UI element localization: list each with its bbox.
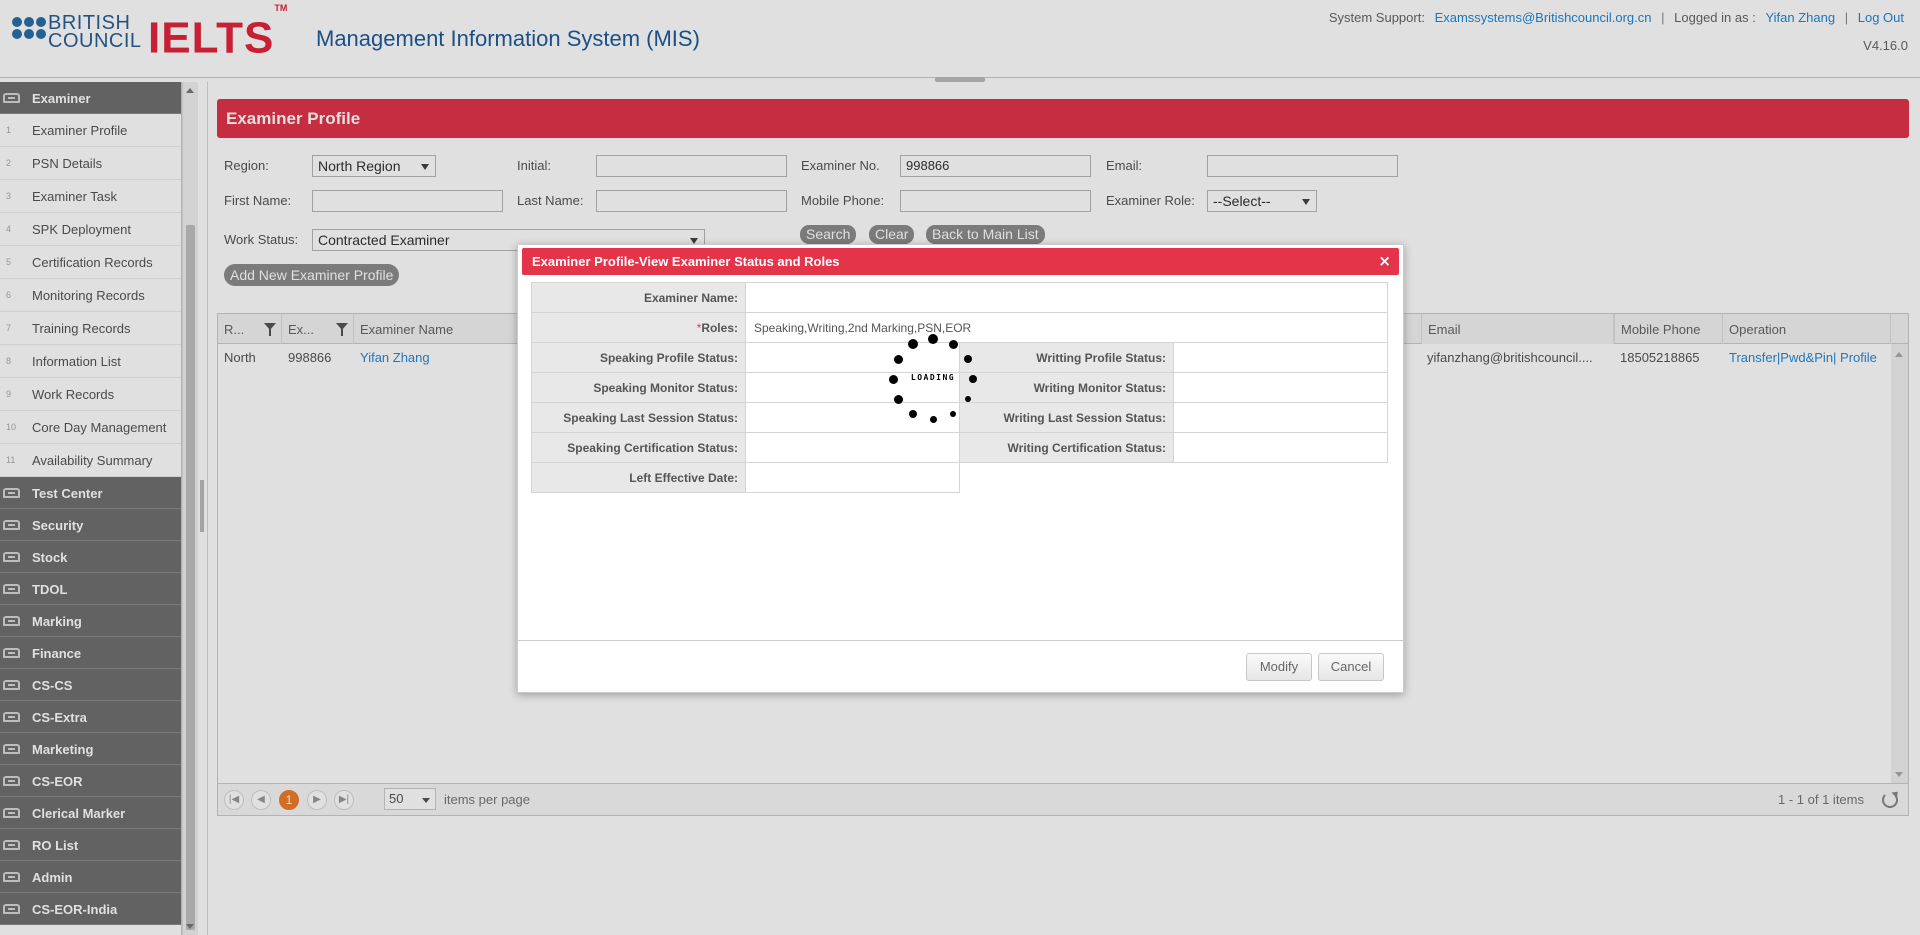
dialog-footer: Modify Cancel	[518, 640, 1403, 692]
speaking-certification-status-label: Speaking Certification Status:	[531, 432, 746, 463]
spinner-dot	[948, 339, 958, 349]
spinner-dot	[909, 409, 917, 418]
writing-certification-status-label: Writing Certification Status:	[959, 432, 1174, 463]
spinner-dot	[888, 374, 898, 384]
spinner-dot	[963, 355, 972, 363]
writing-profile-status-label: Writting Profile Status:	[959, 342, 1174, 373]
spinner-dot	[908, 339, 918, 350]
writing-last-session-status-value	[1173, 402, 1388, 433]
cancel-button[interactable]: Cancel	[1318, 653, 1384, 681]
roles-value: Speaking,Writing,2nd Marking,PSN,EOR	[745, 312, 1388, 343]
speaking-profile-status-label: Speaking Profile Status:	[531, 342, 746, 373]
loading-spinner: LOADING	[888, 334, 978, 424]
writing-monitor-status-value	[1173, 372, 1388, 403]
left-effective-date-label: Left Effective Date:	[531, 462, 746, 493]
writing-monitor-status-label: Writing Monitor Status:	[959, 372, 1174, 403]
spinner-dot	[928, 334, 938, 344]
spinner-dot	[950, 410, 956, 417]
dialog-title: Examiner Profile-View Examiner Status an…	[532, 254, 840, 269]
status-roles-dialog: Examiner Profile-View Examiner Status an…	[517, 244, 1404, 693]
left-effective-date-value	[745, 462, 960, 493]
close-icon[interactable]: ×	[1378, 253, 1391, 269]
spinner-dot	[929, 415, 937, 423]
speaking-last-session-status-label: Speaking Last Session Status:	[531, 402, 746, 433]
spinner-dot	[893, 394, 903, 404]
spinner-dot	[969, 375, 977, 383]
examiner-name-value	[745, 282, 1388, 313]
spinner-dot	[893, 354, 903, 364]
writing-profile-status-value	[1173, 342, 1388, 373]
writing-last-session-status-label: Writing Last Session Status:	[959, 402, 1174, 433]
dialog-title-bar: Examiner Profile-View Examiner Status an…	[522, 248, 1399, 275]
modify-button[interactable]: Modify	[1246, 653, 1312, 681]
spinner-dot	[964, 396, 971, 402]
roles-label: *Roles:	[531, 312, 746, 343]
speaking-certification-status-value	[745, 432, 960, 463]
writing-certification-status-value	[1173, 432, 1388, 463]
loading-text: LOADING	[910, 373, 956, 382]
examiner-name-label: Examiner Name:	[531, 282, 746, 313]
speaking-monitor-status-label: Speaking Monitor Status:	[531, 372, 746, 403]
